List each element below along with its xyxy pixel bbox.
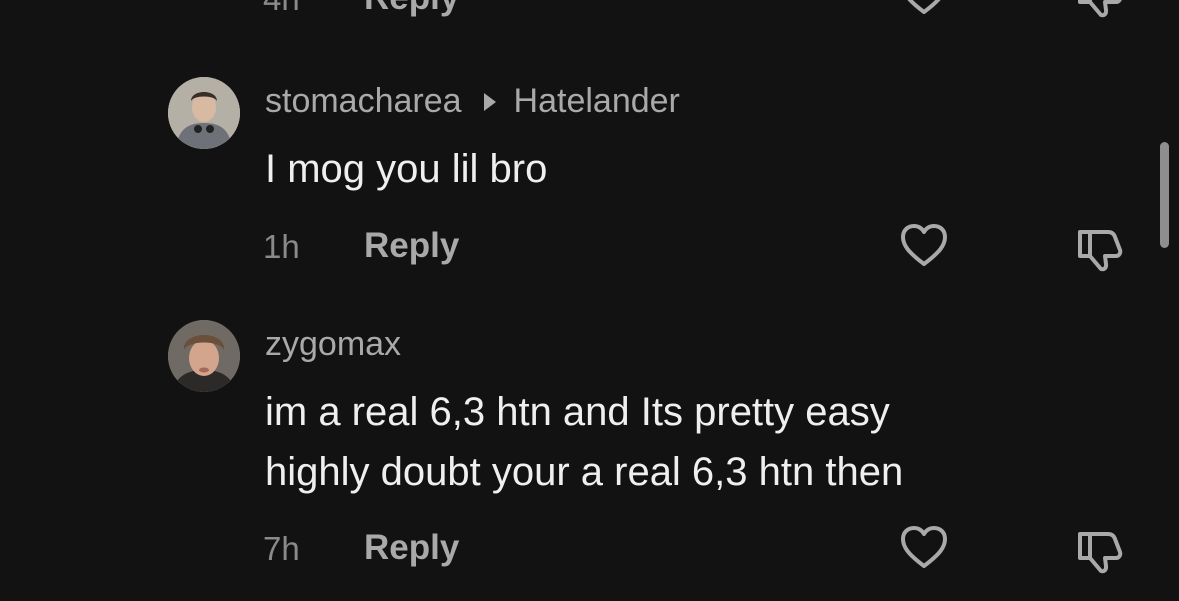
avatar[interactable] [168,320,240,392]
reply-button[interactable]: Reply [364,226,459,266]
comment-time: 7h [263,530,300,567]
comment-text-line: highly doubt your a real 6,3 htn then [265,450,904,494]
thumbs-down-outline-icon [1078,0,1122,18]
dislike-button[interactable] [1074,222,1126,274]
scrollbar[interactable] [1160,142,1169,248]
thumbs-down-outline-icon [1078,532,1123,574]
reply-button[interactable]: Reply [364,528,459,568]
reply-button[interactable]: Reply [364,0,459,18]
comment-header: stomacharea Hatelander [265,82,680,121]
username[interactable]: stomacharea [265,82,462,121]
like-button[interactable] [898,0,950,20]
comment-text: I mog you lil bro [265,139,547,199]
comment-text-line: I mog you lil bro [265,147,548,191]
heart-outline-icon [901,526,947,568]
username[interactable]: zygomax [265,325,401,364]
heart-outline-icon [907,0,941,14]
user-avatar-image [168,320,240,392]
dislike-button[interactable] [1074,524,1126,576]
user-avatar-image [168,77,240,149]
reply-to-arrow-icon [483,92,496,111]
dislike-button[interactable] [1074,0,1126,20]
comment-time: 4h [263,0,300,18]
like-button[interactable] [898,220,950,272]
thumbs-down-outline-icon [1078,230,1123,272]
comment-text: im a real 6,3 htn and Its pretty easy hi… [265,382,903,502]
like-button[interactable] [898,522,950,574]
heart-outline-icon [901,224,947,266]
comment-text-line: im a real 6,3 htn and Its pretty easy [265,390,890,434]
reply-to-username[interactable]: Hatelander [514,82,680,121]
avatar[interactable] [168,77,240,149]
comment-header: zygomax [265,325,401,364]
partial-comment-actions: 4h Reply [0,0,1179,32]
comment-time: 1h [263,228,300,265]
